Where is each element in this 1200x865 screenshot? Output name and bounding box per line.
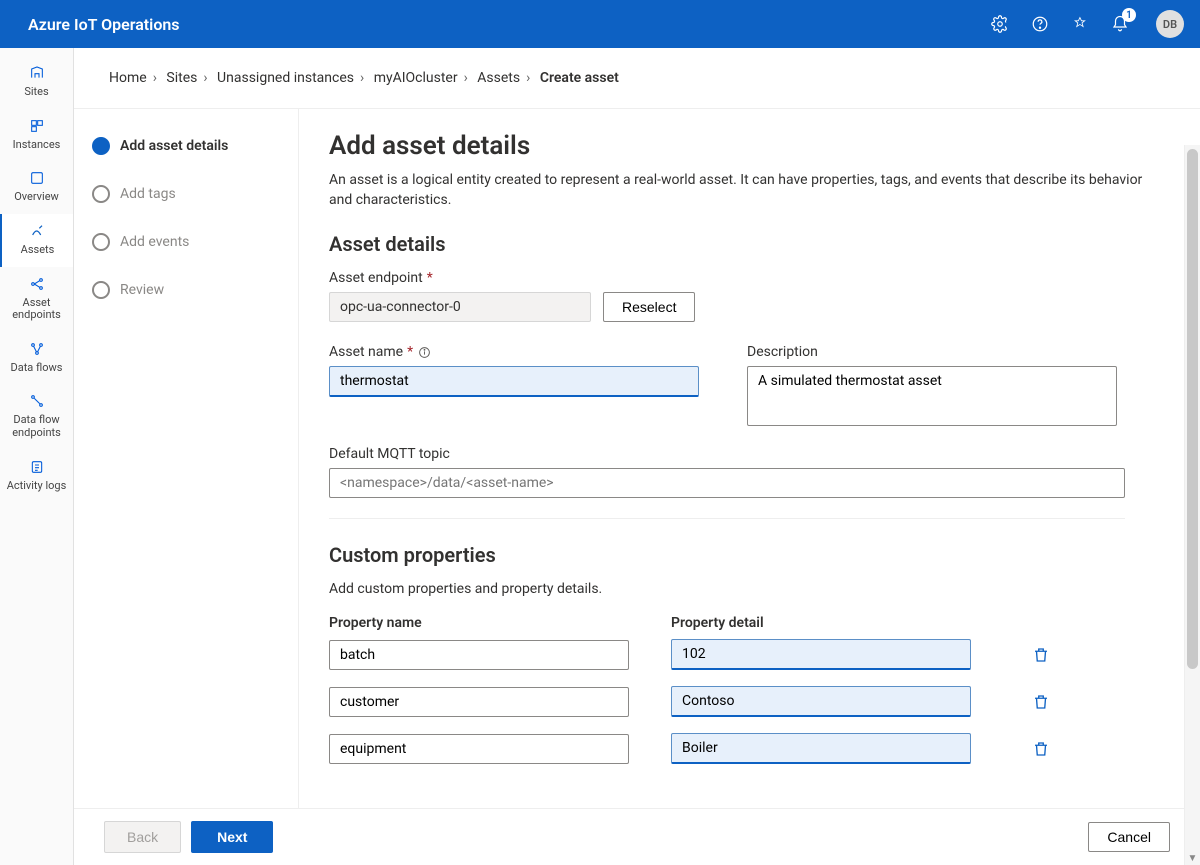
sidebar-item-data-flow-endpoints[interactable]: Data flow endpoints (0, 384, 73, 449)
info-icon[interactable] (417, 345, 431, 359)
breadcrumb-link[interactable]: Unassigned instances (217, 70, 354, 86)
feedback-icon[interactable] (1070, 14, 1090, 34)
sidebar-item-activity-logs[interactable]: Activity logs (0, 450, 73, 503)
step-circle-icon (92, 137, 110, 155)
endpoint-label: Asset endpoint* (329, 270, 1170, 286)
wizard-step-label: Review (120, 282, 164, 298)
breadcrumb-current: Create asset (540, 70, 619, 86)
property-row (329, 639, 1170, 670)
next-button[interactable]: Next (191, 821, 273, 853)
property-detail-input[interactable] (671, 639, 971, 670)
step-circle-icon (92, 233, 110, 251)
mqtt-topic-input[interactable] (329, 468, 1125, 498)
description-input[interactable] (747, 366, 1117, 426)
asset-name-label: Asset name* (329, 344, 699, 360)
wizard-steps: Add asset details Add tags Add events Re… (74, 109, 299, 808)
sidebar-label: Data flows (11, 362, 63, 375)
cancel-button[interactable]: Cancel (1088, 822, 1170, 852)
breadcrumb-link[interactable]: myAIOcluster (374, 70, 458, 86)
property-detail-input[interactable] (671, 733, 971, 764)
data-flows-icon (28, 340, 46, 358)
reselect-button[interactable]: Reselect (603, 292, 695, 322)
sidebar-item-instances[interactable]: Instances (0, 109, 73, 162)
section-heading-details: Asset details (329, 232, 1170, 256)
scrollbar[interactable]: ▲ ▼ (1184, 145, 1200, 865)
property-name-input[interactable] (329, 734, 629, 764)
wizard-step-add-details[interactable]: Add asset details (92, 137, 280, 155)
wizard-footer: Back Next Cancel (74, 808, 1200, 865)
settings-icon[interactable] (990, 14, 1010, 34)
left-nav: Sites Instances Overview Assets Asset en… (0, 48, 74, 865)
sidebar-item-overview[interactable]: Overview (0, 161, 73, 214)
breadcrumb: Home› Sites› Unassigned instances› myAIO… (74, 48, 1200, 109)
activity-logs-icon (28, 458, 46, 476)
sidebar-label: Asset endpoints (2, 297, 71, 322)
sidebar-item-sites[interactable]: Sites (0, 56, 73, 109)
overview-icon (28, 169, 46, 187)
delete-icon[interactable] (1031, 692, 1051, 712)
property-row (329, 686, 1170, 717)
delete-icon[interactable] (1031, 739, 1051, 759)
wizard-step-add-tags[interactable]: Add tags (92, 185, 280, 203)
property-name-input[interactable] (329, 640, 629, 670)
sidebar-label: Activity logs (7, 480, 67, 493)
app-header: Azure IoT Operations 1 DB (0, 0, 1200, 48)
help-icon[interactable] (1030, 14, 1050, 34)
app-title: Azure IoT Operations (28, 15, 990, 34)
breadcrumb-link[interactable]: Home (109, 70, 147, 86)
sidebar-item-data-flows[interactable]: Data flows (0, 332, 73, 385)
col-header-property-name: Property name (329, 615, 629, 631)
wizard-step-label: Add asset details (120, 138, 228, 154)
sidebar-label: Overview (14, 191, 59, 204)
wizard-step-review[interactable]: Review (92, 281, 280, 299)
property-detail-input[interactable] (671, 686, 971, 717)
sites-icon (28, 64, 46, 82)
scroll-thumb[interactable] (1187, 149, 1198, 669)
sidebar-item-assets[interactable]: Assets (0, 214, 73, 267)
notification-badge: 1 (1122, 8, 1136, 22)
user-avatar[interactable]: DB (1156, 10, 1184, 38)
step-circle-icon (92, 185, 110, 203)
sidebar-item-asset-endpoints[interactable]: Asset endpoints (0, 267, 73, 332)
notifications-icon[interactable]: 1 (1110, 14, 1130, 34)
delete-icon[interactable] (1031, 645, 1051, 665)
back-button: Back (104, 821, 181, 853)
sidebar-label: Assets (21, 244, 55, 257)
property-row (329, 733, 1170, 764)
section-heading-custom: Custom properties (329, 543, 1170, 567)
page-intro: An asset is a logical entity created to … (329, 171, 1159, 210)
wizard-step-label: Add events (120, 234, 189, 250)
asset-endpoints-icon (28, 275, 46, 293)
wizard-step-label: Add tags (120, 186, 176, 202)
col-header-property-detail: Property detail (671, 615, 971, 631)
sidebar-label: Data flow endpoints (2, 414, 71, 439)
breadcrumb-link[interactable]: Assets (477, 70, 520, 86)
data-flow-endpoints-icon (28, 392, 46, 410)
step-circle-icon (92, 281, 110, 299)
page-heading: Add asset details (329, 131, 1170, 161)
mqtt-label: Default MQTT topic (329, 446, 1170, 462)
sidebar-label: Sites (24, 86, 48, 99)
asset-name-input[interactable] (329, 366, 699, 397)
description-label: Description (747, 344, 1117, 360)
wizard-step-add-events[interactable]: Add events (92, 233, 280, 251)
asset-endpoint-field (329, 292, 591, 322)
breadcrumb-link[interactable]: Sites (166, 70, 197, 86)
property-name-input[interactable] (329, 687, 629, 717)
assets-icon (29, 222, 47, 240)
scroll-down-icon[interactable]: ▼ (1185, 851, 1200, 865)
form-area: Add asset details An asset is a logical … (299, 109, 1200, 808)
instances-icon (28, 117, 46, 135)
custom-subtitle: Add custom properties and property detai… (329, 581, 1170, 597)
divider (329, 518, 1125, 519)
sidebar-label: Instances (13, 139, 61, 152)
